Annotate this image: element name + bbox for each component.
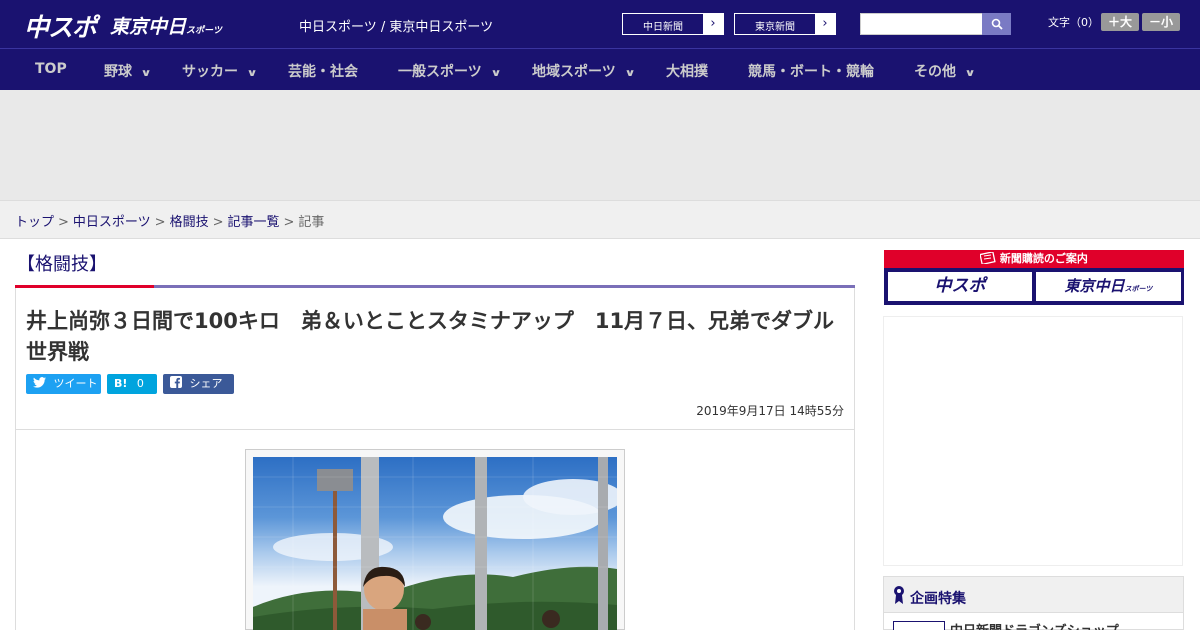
font-smaller-button[interactable]: －小 <box>1142 13 1180 31</box>
nav-baseball[interactable]: 野球 ∨ <box>104 61 152 81</box>
nav-general-sports-label: 一般スポーツ <box>398 64 482 80</box>
site-names: 中日スポーツ / 東京中日スポーツ <box>299 20 494 35</box>
nav-sumo[interactable]: 大相撲 <box>666 61 708 81</box>
tweet-label: ツイート <box>53 377 98 390</box>
search-icon <box>991 18 1003 30</box>
nav-sumo-label: 大相撲 <box>666 64 708 80</box>
chevron-down-icon: ∨ <box>246 68 258 79</box>
dragons-shop-link[interactable]: 中日新聞ドラゴンズショップ <box>950 620 1119 630</box>
breadcrumb-separator: > <box>283 215 295 230</box>
chevron-right-icon: › <box>703 14 723 34</box>
photo-scene <box>253 457 617 630</box>
tweet-button[interactable]: ツイート <box>26 374 101 394</box>
hatena-icon: B! <box>114 377 128 390</box>
font-larger-button[interactable]: ＋大 <box>1101 13 1139 31</box>
nav-regional-sports[interactable]: 地域スポーツ ∨ <box>532 61 636 81</box>
subscribe-tokyo-chunichi[interactable]: 東京中日スポーツ <box>1036 272 1181 301</box>
nav-baseball-label: 野球 <box>104 64 132 80</box>
newspaper-icon <box>979 251 996 266</box>
category-label: 【格闘技】 <box>17 254 107 275</box>
top-header: 中スポ 東京中日スポーツ 中日スポーツ / 東京中日スポーツ 中日新聞 › 東京… <box>0 0 1200 48</box>
tokyo-chunichi-logo[interactable]: 東京中日スポーツ <box>110 12 222 39</box>
subscribe-tokyo-small: スポーツ <box>1124 285 1153 293</box>
tokyo-logo-small: スポーツ <box>186 26 222 36</box>
subscribe-chuspo-label: 中スポ <box>934 276 986 296</box>
search-input[interactable] <box>860 13 983 35</box>
top-ad-area <box>0 90 1200 200</box>
main-nav: TOP 野球 ∨ サッカー ∨ 芸能・社会 一般スポーツ ∨ 地域スポーツ ∨ 大相撲 … <box>0 48 1200 90</box>
chunichi-shimbun-label: 中日新聞 <box>643 22 683 33</box>
facebook-label: シェア <box>189 377 223 390</box>
nav-racing[interactable]: 競馬・ボート・競輪 <box>748 61 874 81</box>
tokyo-shimbun-link[interactable]: 東京新聞 › <box>734 13 836 35</box>
facebook-count: 0 <box>172 397 179 410</box>
hatena-bookmark-button[interactable]: B! 0 <box>107 374 157 394</box>
chunichi-shimbun-link[interactable]: 中日新聞 › <box>622 13 724 35</box>
nav-other[interactable]: その他 ∨ <box>914 61 976 81</box>
chevron-down-icon: ∨ <box>964 68 976 79</box>
subscribe-heading: 新聞購読のご案内 <box>884 250 1184 268</box>
breadcrumb: トップ > 中日スポーツ > 格闘技 > 記事一覧 > 記事 <box>0 200 1200 239</box>
facebook-icon <box>170 376 182 388</box>
nav-top[interactable]: TOP <box>35 61 67 77</box>
chevron-down-icon: ∨ <box>624 68 636 79</box>
chevron-down-icon: ∨ <box>140 68 152 79</box>
subscribe-chuspo[interactable]: 中スポ <box>888 272 1032 301</box>
nav-other-label: その他 <box>914 64 956 80</box>
feature-title: 企画特集 <box>910 591 966 607</box>
breadcrumb-separator: > <box>212 215 224 230</box>
nav-regional-sports-label: 地域スポーツ <box>532 64 616 80</box>
breadcrumb-article-list[interactable]: 記事一覧 <box>228 215 280 230</box>
nav-general-sports[interactable]: 一般スポーツ ∨ <box>398 61 502 81</box>
breadcrumb-chunichi-sports[interactable]: 中日スポーツ <box>73 215 151 230</box>
breadcrumb-separator: > <box>58 215 69 230</box>
nav-soccer[interactable]: サッカー ∨ <box>182 61 258 81</box>
search-button[interactable] <box>982 13 1011 35</box>
dragons-shop-thumb[interactable] <box>893 621 945 630</box>
breadcrumb-top[interactable]: トップ <box>15 215 54 230</box>
font-size-label: 文字（0） <box>1048 16 1099 29</box>
chevron-down-icon: ∨ <box>490 68 502 79</box>
nav-top-label: TOP <box>35 61 67 77</box>
article-photo[interactable] <box>253 457 617 630</box>
article-divider <box>16 429 854 430</box>
chevron-right-icon: › <box>815 14 835 34</box>
hatena-count: 0 <box>136 377 144 390</box>
nav-racing-label: 競馬・ボート・競輪 <box>748 64 874 80</box>
facebook-share-button[interactable]: シェア 0 <box>163 374 234 410</box>
article-headline: 井上尚弥３日間で100キロ 弟＆いとことスタミナアップ 11月７日、兄弟でダブル… <box>26 309 835 364</box>
medal-icon <box>894 586 904 604</box>
tokyo-shimbun-label: 東京新聞 <box>755 22 795 33</box>
article-date: 2019年9月17日 14時55分 <box>696 404 844 418</box>
tokyo-logo-text: 東京中日 <box>110 16 187 38</box>
subscribe-title: 新聞購読のご案内 <box>999 252 1088 265</box>
breadcrumb-separator: > <box>154 215 166 230</box>
nav-entertainment-label: 芸能・社会 <box>288 64 358 80</box>
breadcrumb-martial-arts[interactable]: 格闘技 <box>170 215 209 230</box>
subscribe-tokyo-label: 東京中日 <box>1064 277 1125 295</box>
nav-soccer-label: サッカー <box>182 64 238 80</box>
sidebar-ad <box>883 316 1183 566</box>
breadcrumb-current: 記事 <box>298 215 325 230</box>
chuspo-logo[interactable]: 中スポ <box>24 8 97 44</box>
nav-entertainment[interactable]: 芸能・社会 <box>288 61 358 81</box>
twitter-icon <box>33 377 46 388</box>
